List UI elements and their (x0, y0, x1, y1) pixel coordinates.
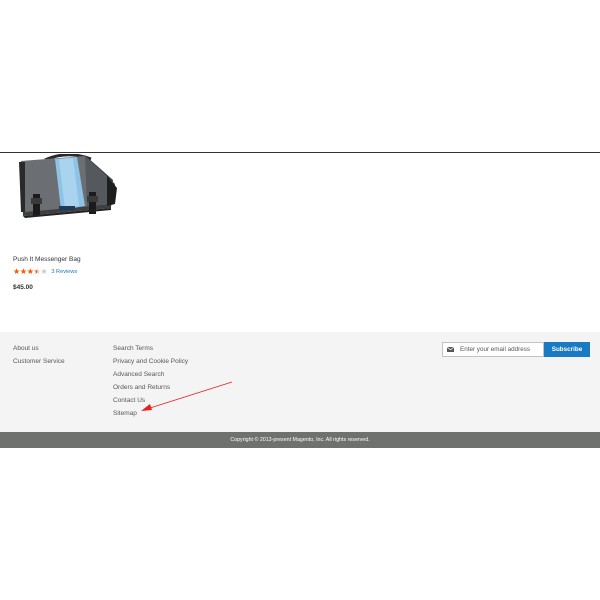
footer-links-middle: Search Terms Privacy and Cookie Policy A… (113, 342, 188, 420)
footer-link-sitemap[interactable]: Sitemap (113, 410, 137, 417)
rating-stars-filled: ★★★★★ (13, 267, 37, 276)
footer-link-item: Contact Us (113, 394, 188, 407)
footer-link-item: Sitemap (113, 407, 188, 420)
rating-summary: ★★★★★ ★★★★★ 3 Reviews (13, 267, 77, 277)
subscribe-button[interactable]: Subscribe (544, 342, 590, 357)
newsletter-field (442, 342, 544, 357)
footer-link-about-us[interactable]: About us (13, 345, 39, 352)
footer-link-privacy-policy[interactable]: Privacy and Cookie Policy (113, 358, 188, 365)
footer-link-customer-service[interactable]: Customer Service (13, 358, 65, 365)
newsletter-form: Subscribe (442, 342, 590, 357)
rating-stars: ★★★★★ ★★★★★ (13, 267, 48, 277)
footer-link-item: Orders and Returns (113, 381, 188, 394)
reviews-link[interactable]: 3 Reviews (51, 269, 77, 275)
footer-link-search-terms[interactable]: Search Terms (113, 345, 153, 352)
page: Push It Messenger Bag ★★★★★ ★★★★★ 3 Revi… (0, 0, 600, 600)
footer-link-item: Advanced Search (113, 368, 188, 381)
copyright-text: Copyright © 2013-present Magento, Inc. A… (230, 437, 370, 443)
footer-link-contact-us[interactable]: Contact Us (113, 397, 145, 404)
content-divider (0, 152, 600, 153)
footer-link-advanced-search[interactable]: Advanced Search (113, 371, 164, 378)
footer-links-left: About us Customer Service (13, 342, 65, 368)
footer: About us Customer Service Search Terms P… (0, 332, 600, 432)
newsletter-email-input[interactable] (460, 344, 540, 355)
footer-link-item: About us (13, 342, 65, 355)
copyright-bar: Copyright © 2013-present Magento, Inc. A… (0, 432, 600, 448)
annotation-arrow (141, 381, 233, 411)
footer-link-item: Customer Service (13, 355, 65, 368)
product-name-link[interactable]: Push It Messenger Bag (13, 256, 81, 263)
product-price: $45.00 (13, 284, 33, 291)
messenger-bag-image[interactable] (15, 154, 119, 224)
footer-link-item: Search Terms (113, 342, 188, 355)
footer-link-item: Privacy and Cookie Policy (113, 355, 188, 368)
footer-link-orders-returns[interactable]: Orders and Returns (113, 384, 170, 391)
mail-icon (447, 347, 454, 352)
